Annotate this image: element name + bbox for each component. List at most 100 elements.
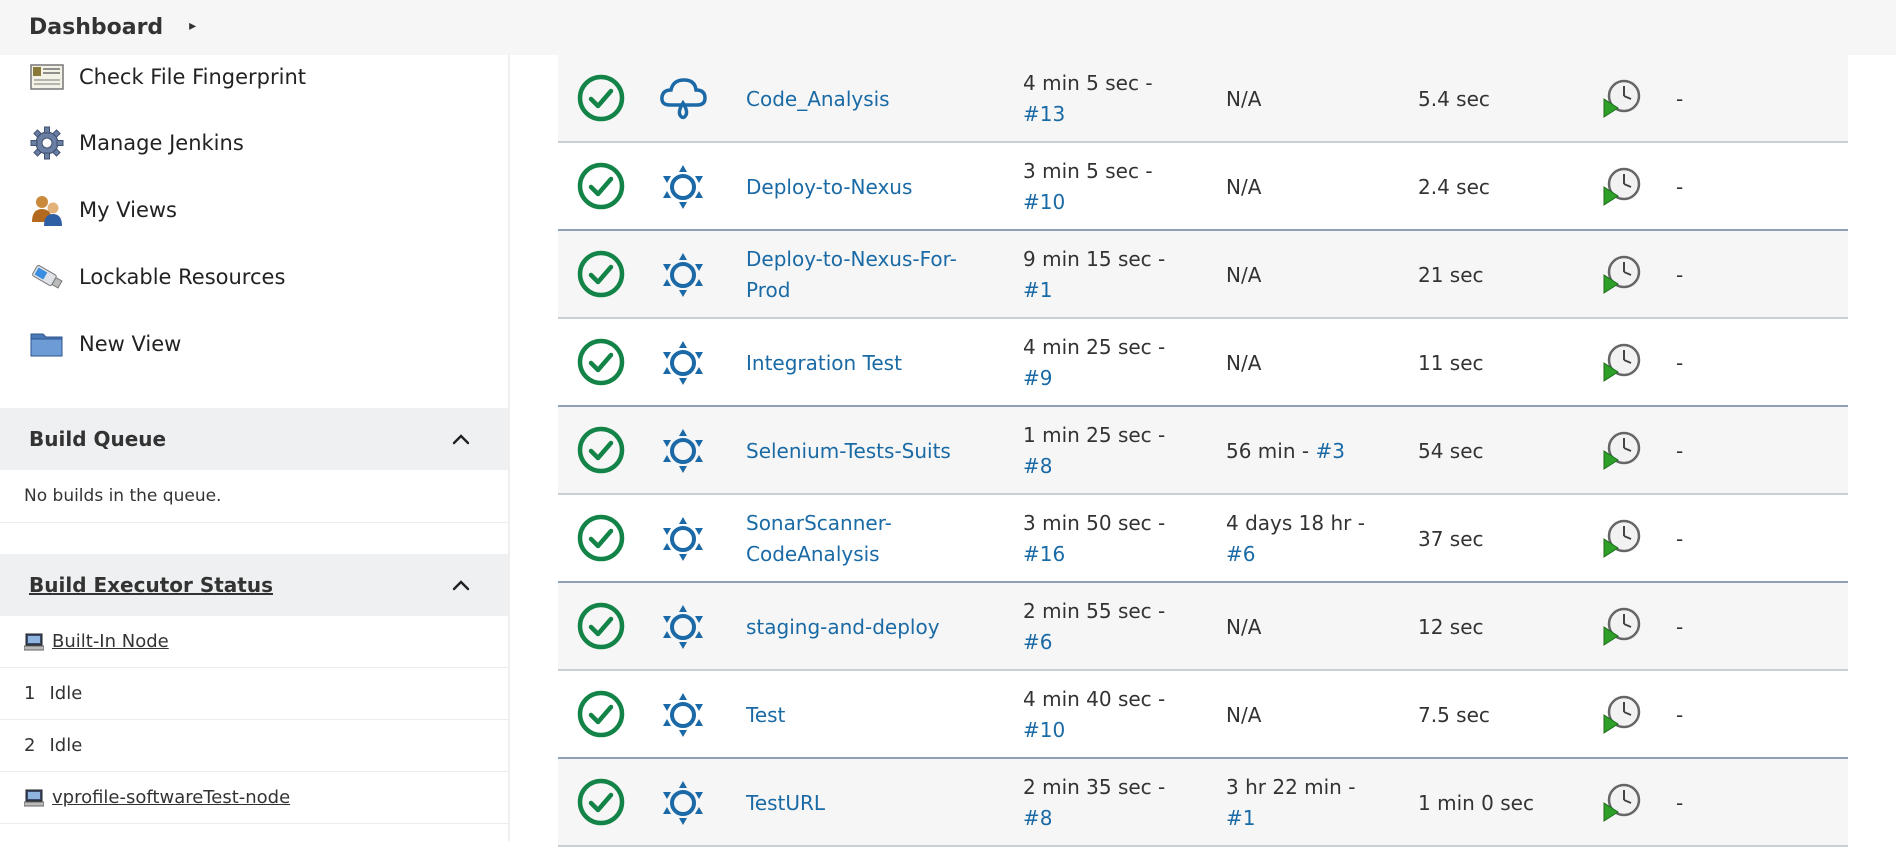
sun-icon[interactable] (658, 603, 708, 651)
last-failure-wrap: N/A (1226, 260, 1416, 291)
last-duration: 2.4 sec (1418, 174, 1490, 199)
job-link[interactable]: Code_Analysis (746, 84, 976, 115)
success-status-icon[interactable] (576, 777, 626, 827)
last-duration-cell: 21 sec (1418, 231, 1588, 319)
sun-icon[interactable] (658, 163, 708, 211)
schedule-build-icon[interactable] (1602, 781, 1642, 823)
last-failure-time: N/A (1226, 702, 1262, 727)
job-link[interactable]: TestURL (746, 788, 976, 819)
task-new-view[interactable]: New View (29, 324, 181, 364)
breadcrumb-dashboard[interactable]: Dashboard (29, 15, 163, 40)
last-success-build-link[interactable]: #13 (1023, 99, 1223, 130)
last-failure-cell: 4 days 18 hr - #6 (1226, 495, 1416, 583)
sun-icon[interactable] (658, 251, 708, 299)
chevron-up-icon[interactable] (450, 574, 472, 596)
last-success-time: 9 min 15 sec - (1023, 247, 1166, 271)
cloud-rain-icon[interactable] (658, 75, 708, 123)
breadcrumb-arrow-icon[interactable]: ▸ (189, 18, 196, 34)
job-link[interactable]: Deploy-to-Nexus-For- (746, 244, 976, 275)
last-success-build-link[interactable]: #10 (1023, 187, 1223, 218)
schedule-build-icon[interactable] (1602, 165, 1642, 207)
success-status-icon[interactable] (576, 161, 626, 211)
executor-node-row: Built-In Node (0, 616, 508, 668)
success-status-icon[interactable] (576, 601, 626, 651)
schedule-build-icon[interactable] (1602, 429, 1642, 471)
last-success-cell: 1 min 25 sec - #8 (1023, 407, 1223, 495)
success-status-icon[interactable] (576, 337, 626, 387)
sun-icon[interactable] (658, 339, 708, 387)
job-link[interactable]: Integration Test (746, 348, 976, 379)
success-status-icon[interactable] (576, 689, 626, 739)
last-success-build-link[interactable]: #10 (1023, 715, 1223, 746)
last-failure-cell: 56 min - #3 (1226, 407, 1416, 495)
task-manage-jenkins[interactable]: Manage Jenkins (29, 123, 244, 163)
last-success-build-link[interactable]: #16 (1023, 539, 1223, 570)
schedule-build-icon[interactable] (1602, 253, 1642, 295)
last-failure-wrap: N/A (1226, 84, 1416, 115)
last-success-build-link[interactable]: #8 (1023, 803, 1223, 834)
schedule-build-icon[interactable] (1602, 517, 1642, 559)
success-status-icon[interactable] (576, 73, 626, 123)
last-failure-build-link[interactable]: #1 (1226, 803, 1416, 834)
last-success-time: 3 min 50 sec - (1023, 511, 1166, 535)
job-link[interactable]: Selenium-Tests-Suits (746, 436, 976, 467)
job-link[interactable]: Deploy-to-Nexus (746, 172, 976, 203)
job-name-cell: Deploy-to-Nexus (746, 143, 976, 231)
sun-icon[interactable] (658, 427, 708, 475)
last-failure-cell: N/A (1226, 231, 1416, 319)
task-check-file-fingerprint[interactable]: Check File Fingerprint (29, 57, 306, 97)
breadcrumb-bar: Dashboard ▸ (0, 0, 1896, 55)
success-status-icon[interactable] (576, 513, 626, 563)
task-my-views[interactable]: My Views (29, 190, 177, 230)
schedule-build-icon[interactable] (1602, 77, 1642, 119)
sun-icon[interactable] (658, 779, 708, 827)
last-success-cell: 3 min 5 sec - #10 (1023, 143, 1223, 231)
chevron-up-icon[interactable] (450, 428, 472, 450)
sun-icon[interactable] (658, 515, 708, 563)
job-name-cell: SonarScanner- CodeAnalysis (746, 495, 976, 583)
last-duration-cell: 54 sec (1418, 407, 1588, 495)
executor-state: Idle (49, 735, 83, 756)
last-failure-wrap: 56 min - #3 (1226, 436, 1416, 467)
last-failure-cell: 3 hr 22 min - #1 (1226, 759, 1416, 847)
last-failure-time: N/A (1226, 174, 1262, 199)
last-failure-build-link[interactable]: #6 (1226, 539, 1416, 570)
last-failure-time: N/A (1226, 262, 1262, 287)
last-failure-wrap: N/A (1226, 172, 1416, 203)
last-success-cell: 2 min 35 sec - #8 (1023, 759, 1223, 847)
last-success-build-link[interactable]: #6 (1023, 627, 1223, 658)
last-duration: 12 sec (1418, 614, 1484, 639)
build-queue-title: Build Queue (29, 427, 167, 451)
job-link[interactable]: Prod (746, 275, 976, 306)
schedule-build-icon[interactable] (1602, 605, 1642, 647)
last-failure-build-link-inline[interactable]: #3 (1315, 439, 1344, 463)
last-success-build-link[interactable]: #8 (1023, 451, 1223, 482)
sidebar: Check File Fingerprint Manage Jenkins My… (0, 55, 510, 841)
executor-row: 2 Idle (0, 720, 508, 772)
job-link[interactable]: staging-and-deploy (746, 612, 976, 643)
last-success-build-link[interactable]: #9 (1023, 363, 1223, 394)
usb-icon (32, 265, 63, 289)
last-success-build-link[interactable]: #1 (1023, 275, 1223, 306)
last-failure-wrap: N/A (1226, 612, 1416, 643)
node-link-vprofile[interactable]: vprofile-softwareTest-node (52, 787, 290, 808)
executor-number: 2 (24, 735, 36, 756)
job-row-1: Deploy-to-Nexus 3 min 5 sec - #10 N/A 2.… (558, 143, 1848, 231)
last-success-cell: 4 min 25 sec - #9 (1023, 319, 1223, 407)
gear-icon (30, 126, 64, 160)
job-name-cell: TestURL (746, 759, 976, 847)
node-link-built-in[interactable]: Built-In Node (52, 631, 169, 652)
success-status-icon[interactable] (576, 425, 626, 475)
schedule-build-icon[interactable] (1602, 341, 1642, 383)
last-failure-wrap: N/A (1226, 348, 1416, 379)
job-link[interactable]: CodeAnalysis (746, 539, 976, 570)
executor-status-title[interactable]: Build Executor Status (29, 573, 273, 597)
schedule-build-icon[interactable] (1602, 693, 1642, 735)
job-link[interactable]: Test (746, 700, 976, 731)
job-link[interactable]: SonarScanner- (746, 508, 976, 539)
success-status-icon[interactable] (576, 249, 626, 299)
last-failure-cell: N/A (1226, 143, 1416, 231)
sun-icon[interactable] (658, 691, 708, 739)
last-failure-time: N/A (1226, 350, 1262, 375)
task-lockable-resources[interactable]: Lockable Resources (29, 257, 285, 297)
